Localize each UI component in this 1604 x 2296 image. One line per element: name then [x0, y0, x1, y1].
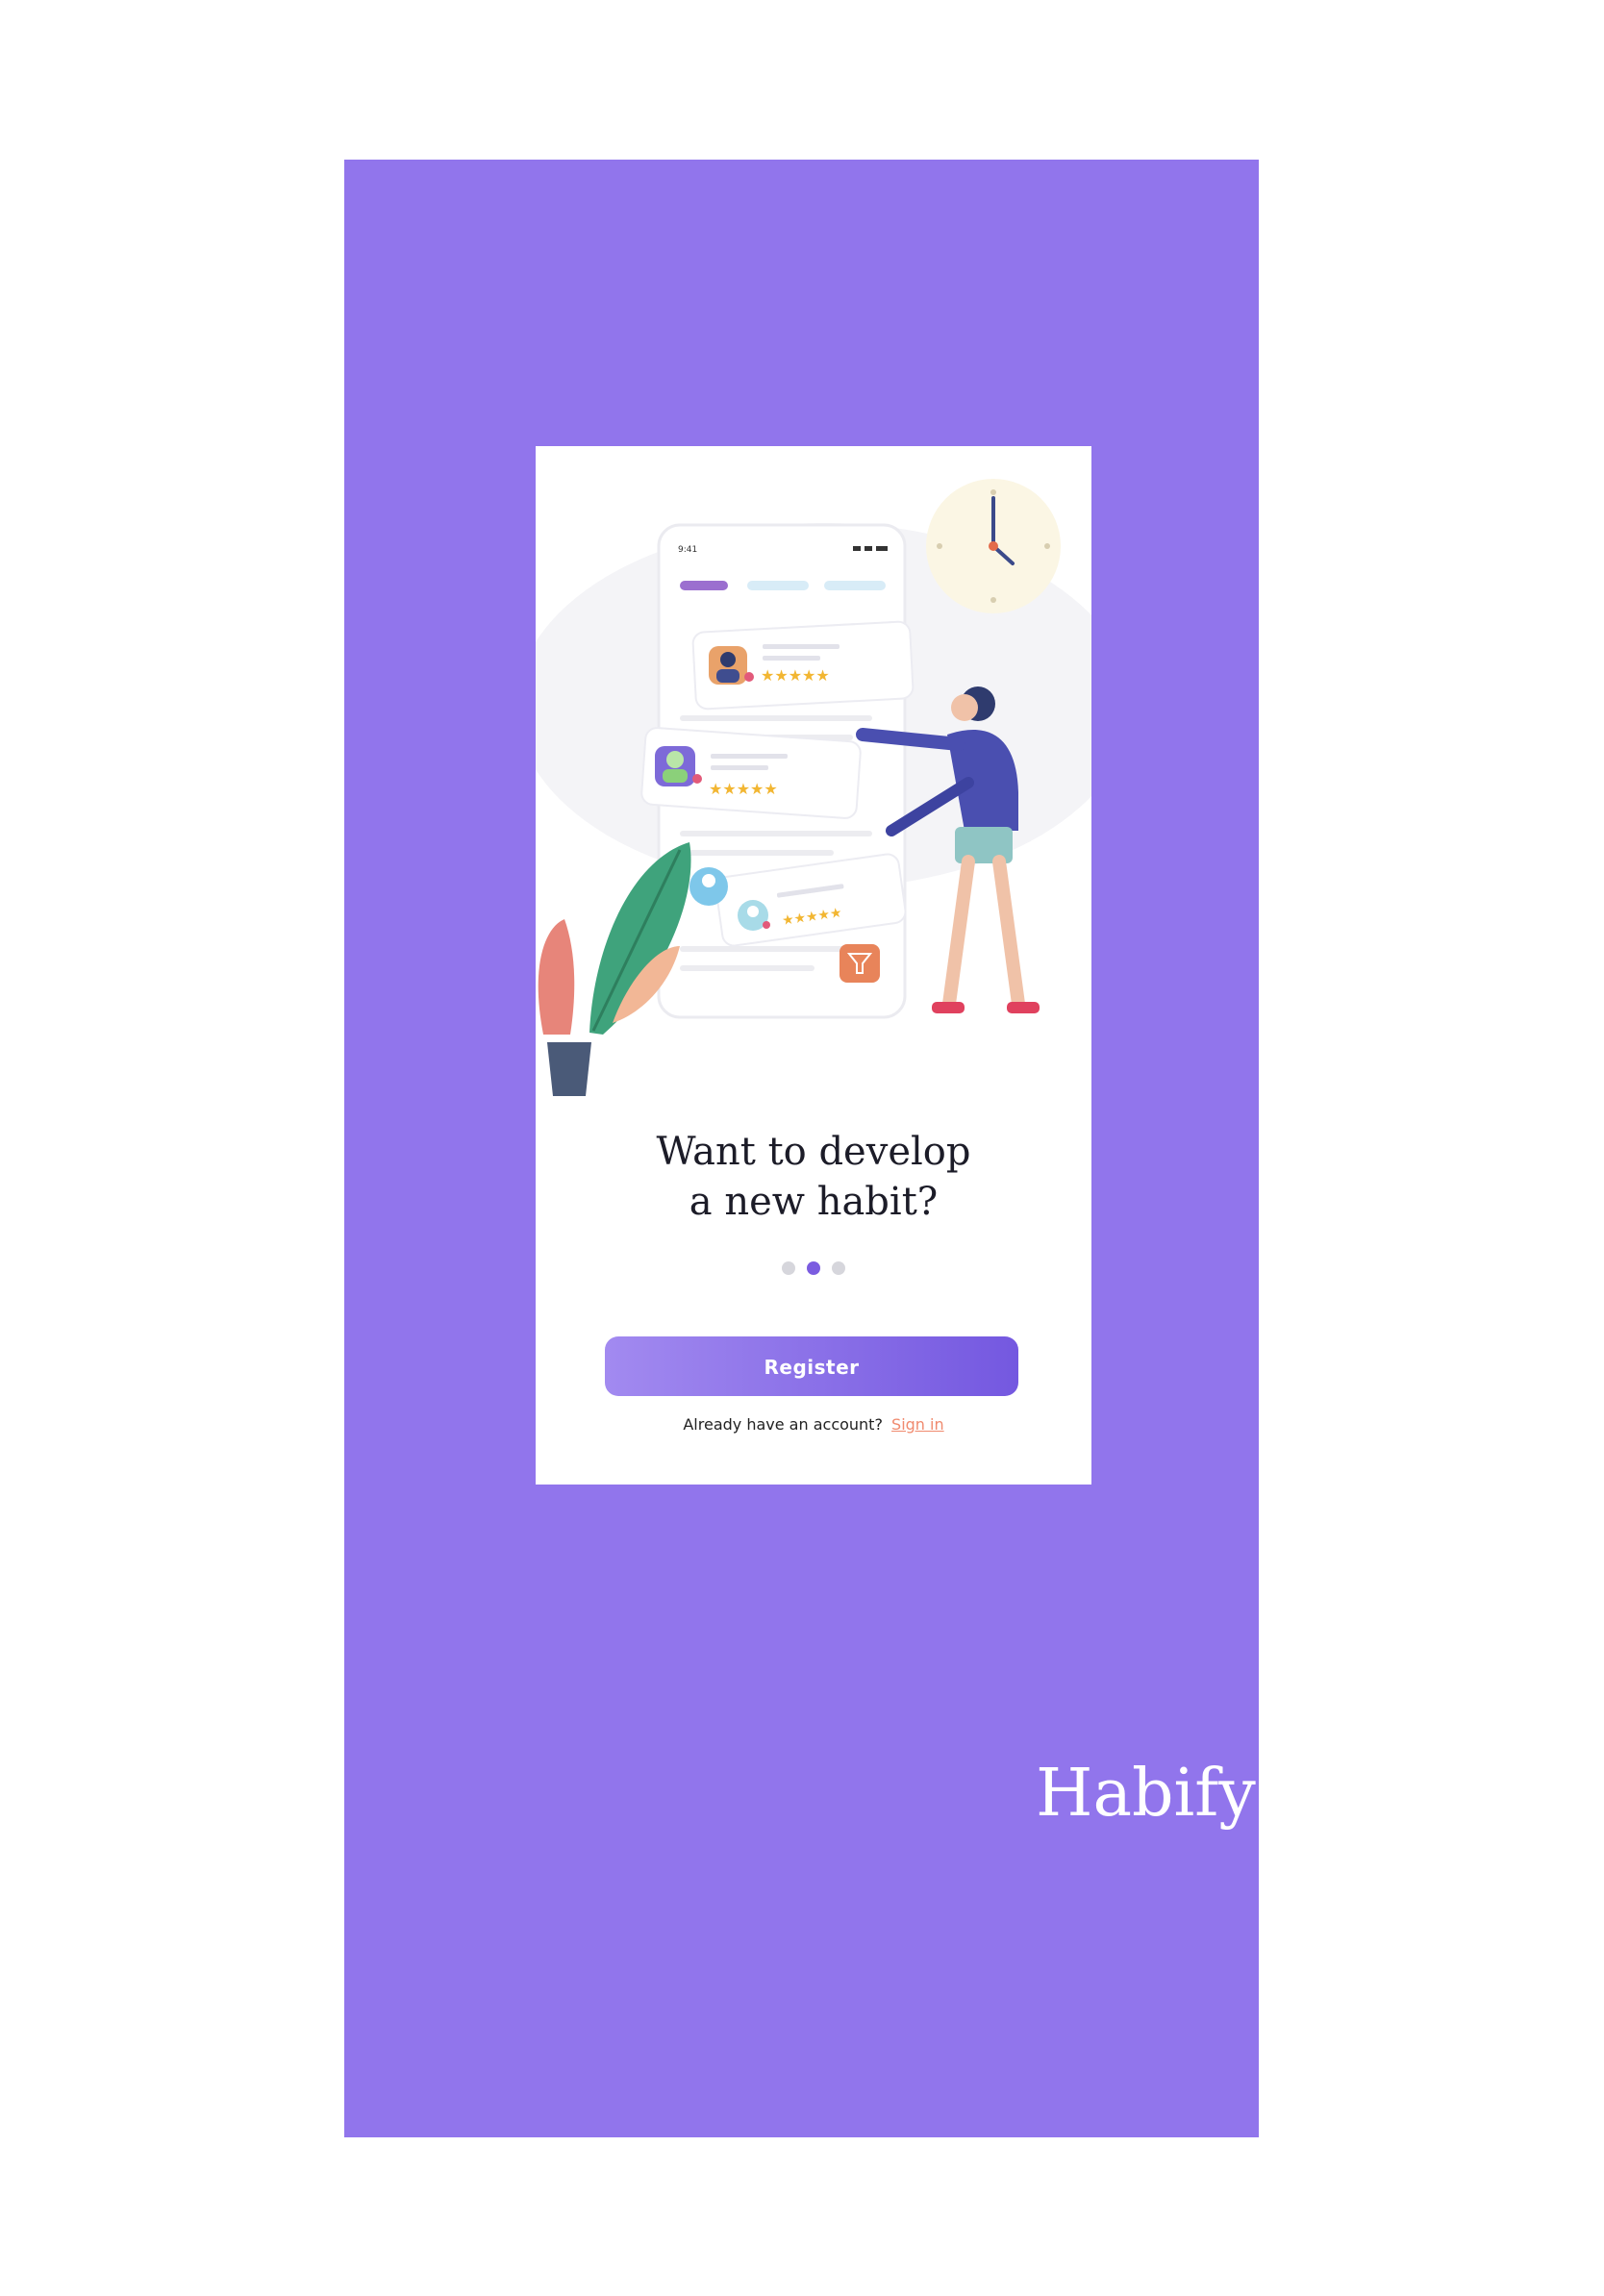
- signin-link[interactable]: Sign in: [891, 1415, 944, 1434]
- headline-line-1: Want to develop: [656, 1130, 971, 1174]
- review-card-2: ★★★★★: [640, 727, 862, 819]
- pager-dot-2-active[interactable]: [807, 1261, 820, 1275]
- mini-phone-time: 9:41: [678, 545, 697, 555]
- onboarding-illustration: 9:41 ★★★★★ ★★★★★ ★★★★★: [536, 479, 1091, 1096]
- brand-name: Habify: [1036, 1756, 1256, 1832]
- filter-icon: [840, 944, 880, 983]
- clock-icon: [926, 479, 1061, 613]
- register-button[interactable]: Register: [605, 1336, 1018, 1396]
- review-card-1: ★★★★★: [691, 620, 915, 711]
- pager-dots: [536, 1261, 1091, 1275]
- pager-dot-3[interactable]: [832, 1261, 845, 1275]
- star-icon: ★★★★★: [761, 666, 830, 685]
- pager-dot-1[interactable]: [782, 1261, 795, 1275]
- signin-prompt: Already have an account?: [683, 1415, 883, 1434]
- onboarding-headline: Want to develop a new habit?: [536, 1127, 1091, 1227]
- plant-icon: [538, 842, 691, 1096]
- signin-row: Already have an account? Sign in: [536, 1415, 1091, 1434]
- headline-line-2: a new habit?: [689, 1180, 939, 1224]
- onboarding-screen: 9:41 ★★★★★ ★★★★★ ★★★★★ Want to develop a…: [536, 446, 1091, 1485]
- star-icon: ★★★★★: [709, 780, 778, 798]
